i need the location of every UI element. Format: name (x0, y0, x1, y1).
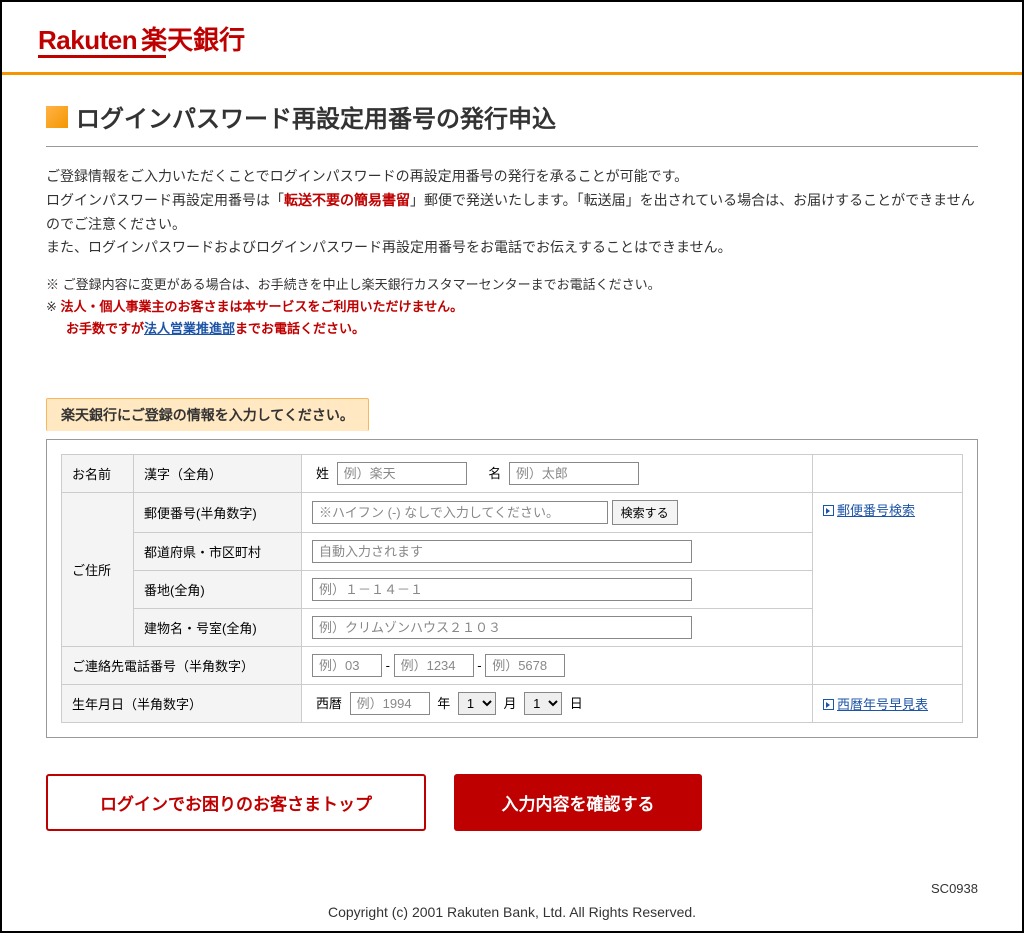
form-table: お名前 漢字（全角） 姓 名 ご住所 郵便番号(半角数字) 検索する (61, 454, 963, 723)
page-title-row: ログインパスワード再設定用番号の発行申込 (46, 99, 978, 147)
pref-label: 都道府県・市区町村 (134, 533, 302, 571)
pref-input[interactable] (312, 540, 692, 563)
row-zip: ご住所 郵便番号(半角数字) 検索する 郵便番号検索 (62, 493, 963, 533)
name-kanji-label: 漢字（全角） (134, 455, 302, 493)
dob-side-cell: 西暦年号早見表 (813, 685, 963, 723)
button-row: ログインでお困りのお客さまトップ 入力内容を確認する (46, 774, 978, 831)
day-select[interactable]: 1 (524, 692, 562, 715)
name-group-label: お名前 (62, 455, 134, 493)
era-label: 西暦 (316, 696, 342, 711)
note-3: お手数ですが法人営業推進部までお電話ください。 (46, 318, 978, 340)
logo: Rakuten 楽天銀行 (38, 20, 986, 57)
building-input[interactable] (312, 616, 692, 639)
dob-input-cell: 西暦 年 1 月 1 日 (302, 685, 813, 723)
dash2: - (477, 658, 481, 673)
row-phone: ご連絡先電話番号（半角数字） - - (62, 647, 963, 685)
day-suffix: 日 (570, 696, 583, 711)
address-group-label: ご住所 (62, 493, 134, 647)
postal-search-link[interactable]: 郵便番号検索 (837, 503, 915, 518)
phone-input-cell: - - (302, 647, 813, 685)
form-section-label: 楽天銀行にご登録の情報を入力してください。 (46, 398, 369, 431)
footer-code: SC0938 (46, 881, 978, 896)
title-square-icon (46, 106, 68, 128)
page-title: ログインパスワード再設定用番号の発行申込 (76, 99, 556, 134)
name-side-cell (813, 455, 963, 493)
dob-label: 生年月日（半角数字） (62, 685, 302, 723)
mei-label: 名 (488, 466, 501, 481)
link-icon (823, 505, 834, 516)
notes: ※ ご登録内容に変更がある場合は、お手続きを中止し楽天銀行カスタマーセンターまで… (46, 274, 978, 340)
phone-side-cell (813, 647, 963, 685)
row-name: お名前 漢字（全角） 姓 名 (62, 455, 963, 493)
back-button[interactable]: ログインでお困りのお客さまトップ (46, 774, 426, 831)
zip-label: 郵便番号(半角数字) (134, 493, 302, 533)
month-suffix: 月 (504, 696, 517, 711)
street-input[interactable] (312, 578, 692, 601)
intro-line2a: ログインパスワード再設定用番号は「 (46, 192, 284, 208)
street-input-cell (302, 571, 813, 609)
note-2: ※ 法人・個人事業主のお客さまは本サービスをご利用いただけません。 (46, 296, 978, 318)
phone-label: ご連絡先電話番号（半角数字） (62, 647, 302, 685)
phone2-input[interactable] (394, 654, 474, 677)
month-select[interactable]: 1 (458, 692, 496, 715)
logo-bank-text: 楽天銀行 (141, 20, 245, 57)
sei-input[interactable] (337, 462, 467, 485)
form-wrapper: お名前 漢字（全角） 姓 名 ご住所 郵便番号(半角数字) 検索する (46, 439, 978, 738)
intro-line2-red: 転送不要の簡易書留 (284, 192, 410, 208)
name-input-cell: 姓 名 (302, 455, 813, 493)
row-dob: 生年月日（半角数字） 西暦 年 1 月 1 日 西暦年号早見表 (62, 685, 963, 723)
intro-text: ご登録情報をご入力いただくことでログインパスワードの再設定用番号の発行を承ること… (46, 165, 978, 260)
zip-search-button[interactable]: 検索する (612, 500, 678, 525)
building-input-cell (302, 609, 813, 647)
header: Rakuten 楽天銀行 (2, 2, 1022, 72)
copyright: Copyright (c) 2001 Rakuten Bank, Ltd. Al… (46, 904, 978, 920)
zip-input[interactable] (312, 501, 608, 524)
pref-input-cell (302, 533, 813, 571)
address-side-cell: 郵便番号検索 (813, 493, 963, 647)
building-label: 建物名・号室(全角) (134, 609, 302, 647)
note-1: ※ ご登録内容に変更がある場合は、お手続きを中止し楽天銀行カスタマーセンターまで… (46, 274, 978, 296)
era-table-link[interactable]: 西暦年号早見表 (837, 697, 928, 712)
intro-line1: ご登録情報をご入力いただくことでログインパスワードの再設定用番号の発行を承ること… (46, 168, 688, 184)
year-suffix: 年 (437, 696, 450, 711)
confirm-button[interactable]: 入力内容を確認する (454, 774, 702, 831)
corporate-sales-link[interactable]: 法人営業推進部 (144, 321, 235, 336)
phone1-input[interactable] (312, 654, 382, 677)
sei-label: 姓 (316, 466, 329, 481)
intro-line3: また、ログインパスワードおよびログインパスワード再設定用番号をお電話でお伝えする… (46, 239, 732, 255)
link-icon (823, 699, 834, 710)
year-input[interactable] (350, 692, 430, 715)
phone3-input[interactable] (485, 654, 565, 677)
logo-brand: Rakuten (38, 25, 137, 56)
dash1: - (386, 658, 390, 673)
mei-input[interactable] (509, 462, 639, 485)
zip-input-cell: 検索する (302, 493, 813, 533)
street-label: 番地(全角) (134, 571, 302, 609)
